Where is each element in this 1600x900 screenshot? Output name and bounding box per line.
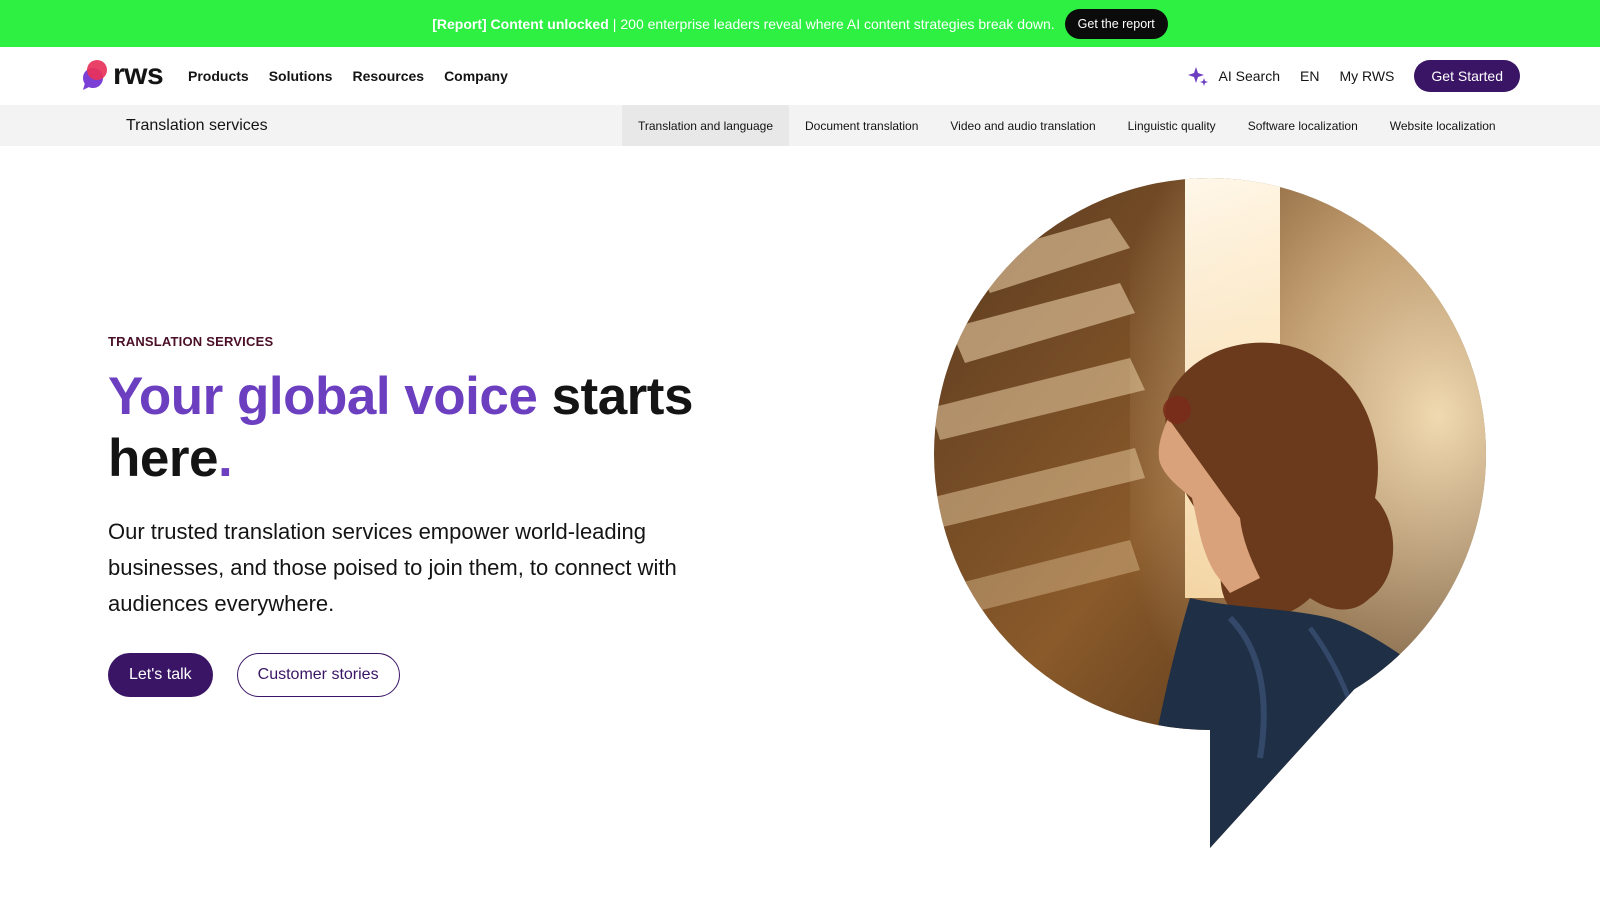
speech-bubble-logo-icon	[83, 60, 107, 90]
subnav-links: Translation and language Document transl…	[622, 105, 1512, 146]
my-rws-link[interactable]: My RWS	[1339, 68, 1394, 84]
ai-search-button[interactable]: AI Search	[1187, 65, 1280, 87]
subnav-link-translation-and-language[interactable]: Translation and language	[622, 105, 789, 146]
promo-headline: [Report] Content unlocked	[432, 15, 609, 32]
language-selector[interactable]: EN	[1300, 68, 1319, 84]
primary-menu: Products Solutions Resources Company	[188, 47, 508, 105]
hero-headline: Your global voice starts here.	[108, 366, 748, 490]
subnav-link-linguistic-quality[interactable]: Linguistic quality	[1112, 105, 1232, 146]
subnav-title[interactable]: Translation services	[126, 105, 268, 146]
get-started-button[interactable]: Get Started	[1414, 60, 1520, 92]
promo-separator: |	[612, 15, 617, 32]
subnav-link-software-localization[interactable]: Software localization	[1232, 105, 1374, 146]
ai-search-label: AI Search	[1218, 68, 1280, 84]
nav-utilities: AI Search EN My RWS Get Started	[1187, 47, 1520, 105]
hero-intro: Our trusted translation services empower…	[108, 519, 677, 616]
subnav-link-document-translation[interactable]: Document translation	[789, 105, 934, 146]
promo-text: 200 enterprise leaders reveal where AI c…	[620, 15, 1055, 32]
section-subnav: Translation services Translation and lan…	[0, 105, 1600, 146]
logo-wordmark: rws	[113, 58, 164, 91]
rws-logo[interactable]: rws	[81, 57, 164, 93]
sparkle-icon	[1187, 67, 1208, 86]
subnav-link-video-audio-translation[interactable]: Video and audio translation	[934, 105, 1111, 146]
menu-solutions[interactable]: Solutions	[269, 68, 333, 84]
get-report-button[interactable]: Get the report	[1064, 8, 1168, 39]
subnav-link-website-localization[interactable]: Website localization	[1374, 105, 1512, 146]
menu-company[interactable]: Company	[444, 68, 508, 84]
hero-photo	[934, 178, 1486, 848]
headline-accent: Your global voice	[108, 367, 538, 426]
main-navigation: rws Products Solutions Resources Company…	[0, 47, 1600, 105]
hero-cta-row: Let's talk Customer stories	[108, 653, 400, 697]
lets-talk-button[interactable]: Let's talk	[108, 653, 213, 697]
headline-period: .	[217, 429, 233, 488]
announcement-bar: [Report] Content unlocked | 200 enterpri…	[0, 0, 1600, 47]
hero-eyebrow: TRANSLATION SERVICES	[108, 334, 274, 349]
menu-products[interactable]: Products	[188, 68, 249, 84]
menu-resources[interactable]: Resources	[352, 68, 424, 84]
customer-stories-button[interactable]: Customer stories	[236, 653, 400, 697]
